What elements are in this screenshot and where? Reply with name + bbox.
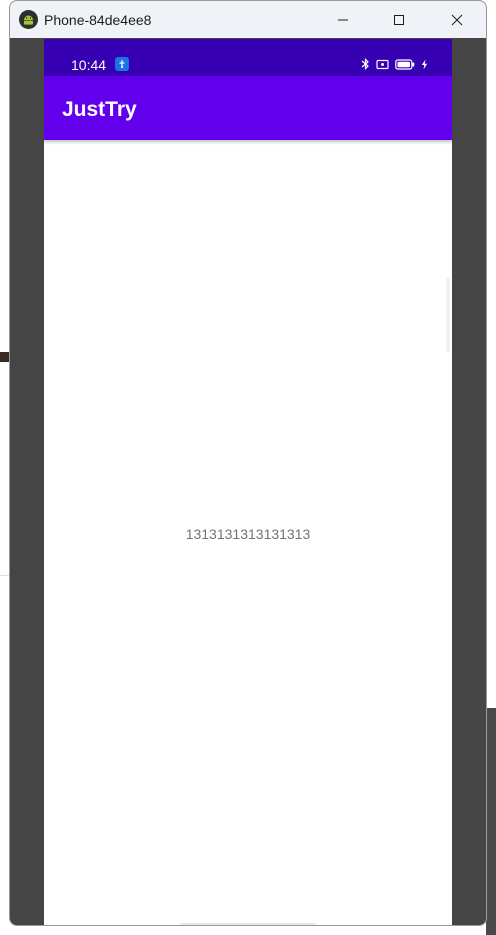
status-bar: 10:44 [44,39,452,76]
notification-icon [115,57,129,71]
battery-icon [395,58,415,70]
status-icons [361,57,428,71]
status-time: 10:44 [71,57,107,73]
bluetooth-icon [361,58,369,70]
android-icon [19,10,38,29]
background-panel [486,708,496,935]
content-text: 1313131313131313 [185,526,311,542]
maximize-icon [394,14,404,25]
screenshot: Phone-84de4ee8 10:44 JustTry 13131313131… [0,0,496,935]
close-button[interactable] [434,1,480,38]
minimize-icon [338,19,348,20]
phone-screen[interactable]: 10:44 JustTry 1313131313131313 [44,39,452,925]
gesture-nav-handle[interactable] [180,923,316,925]
close-icon [451,14,463,25]
minimize-button[interactable] [320,1,366,38]
maximize-button[interactable] [376,1,422,38]
app-title: JustTry [62,98,137,121]
window-titlebar[interactable]: Phone-84de4ee8 [10,1,486,38]
screen-icon [376,59,389,69]
emulator-window: Phone-84de4ee8 10:44 JustTry 13131313131… [9,0,487,926]
scrollbar[interactable] [446,277,450,353]
window-title: Phone-84de4ee8 [44,12,152,28]
charging-icon [421,59,428,69]
